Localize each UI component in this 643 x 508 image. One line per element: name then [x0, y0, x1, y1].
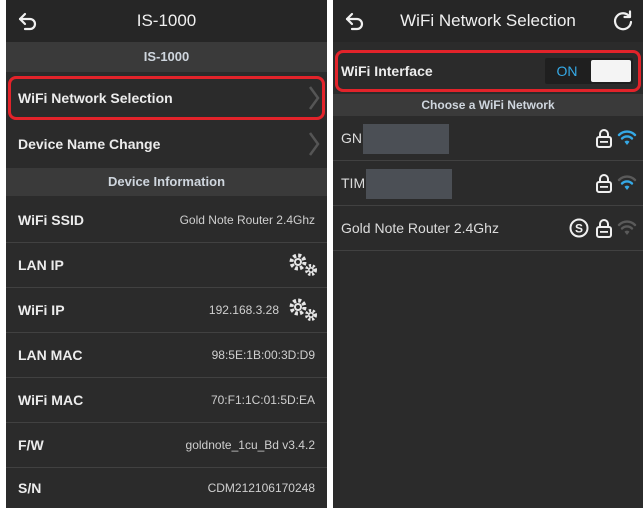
info-value: 192.168.3.28	[208, 303, 279, 317]
info-label: F/W	[18, 437, 44, 453]
info-value: Gold Note Router 2.4Ghz	[179, 213, 315, 227]
network-item-gn[interactable]: GN	[333, 116, 643, 160]
wifi-interface-row: WiFi Interface ON	[333, 50, 643, 92]
wifi-icon	[617, 220, 637, 235]
page-title: WiFi Network Selection	[400, 11, 576, 30]
toggle-state: ON	[556, 63, 578, 79]
info-row-firmware: F/W goldnote_1cu_Bd v3.4.2	[6, 423, 327, 467]
refresh-icon[interactable]	[611, 9, 635, 33]
info-row-serial: S/N CDM212106170248	[6, 468, 327, 508]
redacted-area	[366, 169, 452, 199]
divider	[333, 250, 643, 251]
gear-icon[interactable]	[287, 252, 319, 278]
lock-icon	[596, 129, 612, 148]
info-label: WiFi SSID	[18, 212, 84, 228]
wifi-interface-toggle[interactable]: ON	[545, 58, 633, 84]
device-settings-screen: IS-1000 IS-1000 WiFi Network Selection D…	[6, 0, 327, 508]
top-bar: WiFi Network Selection	[333, 0, 643, 42]
wifi-interface-label: WiFi Interface	[341, 63, 433, 79]
network-name: TIM	[341, 175, 366, 191]
page-title: IS-1000	[136, 11, 197, 30]
info-label: WiFi MAC	[18, 392, 84, 408]
menu-label: Device Name Change	[18, 136, 161, 152]
wifi-selection-screen: WiFi Network Selection WiFi Interface ON…	[333, 0, 643, 508]
info-label: LAN MAC	[18, 347, 83, 363]
menu-label: WiFi Network Selection	[18, 90, 173, 106]
menu-device-name-change[interactable]: Device Name Change	[6, 122, 327, 166]
chevron-right-icon	[308, 86, 320, 110]
device-name-header: IS-1000	[6, 42, 327, 72]
info-label: WiFi IP	[18, 302, 65, 318]
info-value: CDM212106170248	[207, 481, 315, 495]
wifi-icon	[617, 175, 637, 190]
info-row-wifi-mac: WiFi MAC 70:F1:1C:01:5D:EA	[6, 378, 327, 422]
info-row-wifi-ip: WiFi IP 192.168.3.28	[6, 288, 327, 332]
info-row-lan-mac: LAN MAC 98:5E:1B:00:3D:D9	[6, 333, 327, 377]
network-item-gold-note-router[interactable]: Gold Note Router 2.4Ghz S	[333, 206, 643, 250]
lock-icon	[596, 219, 612, 238]
top-bar: IS-1000	[6, 0, 327, 42]
network-name: Gold Note Router 2.4Ghz	[341, 220, 499, 236]
wifi-icon	[617, 130, 637, 145]
network-item-tim[interactable]: TIM	[333, 161, 643, 205]
info-label: S/N	[18, 480, 42, 496]
info-value: goldnote_1cu_Bd v3.4.2	[185, 438, 315, 452]
network-name: GN	[341, 130, 362, 146]
section-header: Choose a WiFi Network	[333, 94, 643, 116]
toggle-knob	[591, 60, 631, 82]
lock-icon	[596, 174, 612, 193]
info-row-lan-ip: LAN IP	[6, 243, 327, 287]
s-badge-letter: S	[575, 222, 583, 236]
s-badge-icon: S	[569, 218, 589, 238]
redacted-area	[363, 124, 449, 154]
info-label: LAN IP	[18, 257, 64, 273]
info-value: 98:5E:1B:00:3D:D9	[211, 348, 315, 362]
info-row-wifi-ssid: WiFi SSID Gold Note Router 2.4Ghz	[6, 198, 327, 242]
section-header: Device Information	[6, 168, 327, 196]
menu-wifi-network-selection[interactable]: WiFi Network Selection	[6, 76, 327, 120]
chevron-right-icon	[308, 132, 320, 156]
info-value: 70:F1:1C:01:5D:EA	[210, 393, 315, 407]
gear-icon[interactable]	[287, 297, 319, 323]
